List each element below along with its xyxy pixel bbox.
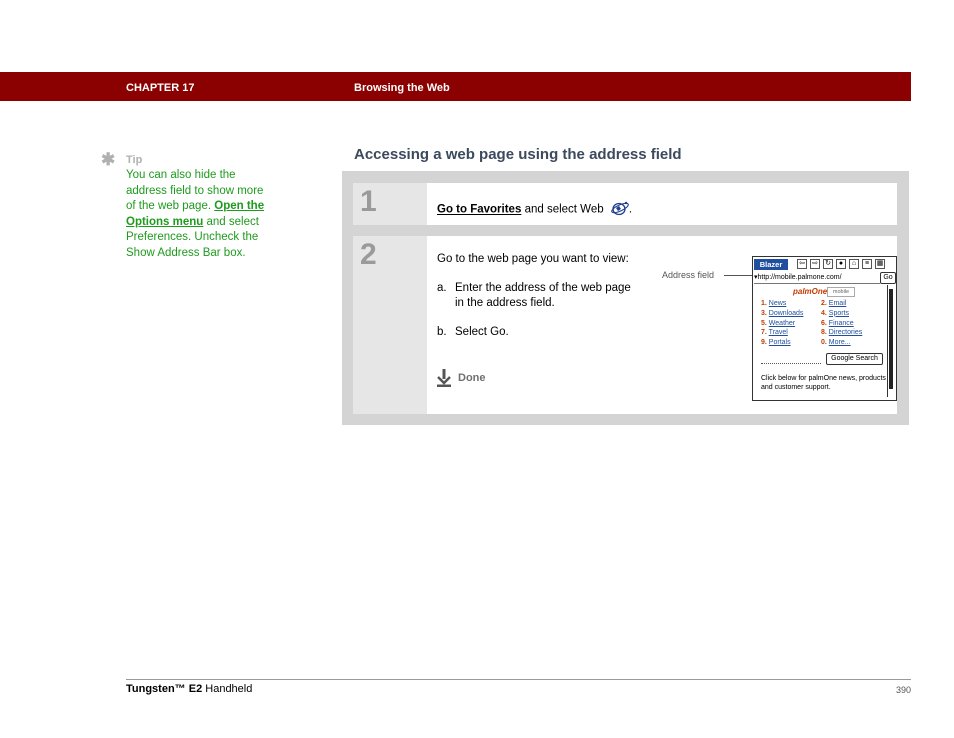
address-field-callout: Address field [662,270,715,280]
grid-icon: ▦ [875,259,885,269]
done-label: Done [458,372,486,384]
done-indicator: Done [437,369,486,387]
item-text: Enter the address of the web page in the… [455,282,631,309]
step-1-number: 1 [360,185,377,218]
link-weather: Weather [768,319,796,327]
link-row: 1. News 2. Email [761,300,847,307]
back-icon: ⇦ [797,259,807,269]
link-row: 5. Weather 6. Finance [761,319,854,327]
blazer-screenshot: Blazer ⇦ ⇨ ↻ ● ⌂ ≡ ▦ ▾http://mobile.palm… [752,256,897,401]
tip-text: You can also hide the address field to s… [126,168,276,262]
blazer-toolbar: Blazer ⇦ ⇨ ↻ ● ⌂ ≡ ▦ [753,257,896,271]
refresh-icon: ↻ [823,259,833,269]
bookmark-icon: ● [836,259,846,269]
link-news: News [768,300,787,307]
scrollbar-thumb [889,289,893,389]
product-name: Tungsten™ E2 Handheld [126,683,253,695]
web-browser-icon [611,200,629,219]
link-sports: Sports [828,309,850,317]
asterisk-icon: ✱ [101,150,116,169]
item-marker: b. [437,326,447,338]
page-number: 390 [895,685,911,695]
link-list: 1. News 2. Email 3. Downloads 4. Sports … [761,299,881,348]
link-directories: Directories [828,329,863,337]
step-2-item-a: a. Enter the address of the web page in … [437,281,632,311]
forward-icon: ⇨ [810,259,820,269]
down-arrow-icon [437,369,451,387]
address-field-url: http://mobile.palmone.com/ [757,274,842,281]
step-2-intro: Go to the web page you want to view: [437,253,629,265]
step-2-number: 2 [360,238,377,271]
page-heading: Accessing a web page using the address f… [354,146,682,163]
mobile-tag: mobile [827,287,855,297]
link-portals: Portals [768,339,791,347]
link-more: More... [828,339,851,347]
chapter-label: CHAPTER 17 [126,82,195,94]
footer-divider [126,679,911,680]
tip-label: Tip [126,154,143,166]
support-text: Click below for palmOne news, products a… [761,375,886,391]
link-email: Email [828,300,847,307]
callout-line [724,275,752,276]
step-1-instruction: and select Web [524,203,604,216]
toolbar-icons: ⇦ ⇨ ↻ ● ⌂ ≡ ▦ [797,259,885,269]
link-finance: Finance [828,319,854,327]
item-text: Select Go. [455,326,509,338]
home-icon: ⌂ [849,259,859,269]
step-2-item-b: b. Select Go. [437,325,632,340]
chapter-title: Browsing the Web [354,82,450,94]
go-to-favorites-link[interactable]: Go to Favorites [437,204,521,216]
link-downloads: Downloads [768,309,804,317]
link-travel: Travel [768,329,788,337]
step-2-text: Go to the web page you want to view: a. … [437,252,632,340]
blazer-title: Blazer [754,259,788,270]
palmone-logo: palmOne [793,287,828,296]
google-search-button: Google Search [826,353,883,365]
go-button: Go [880,272,896,284]
link-row: 3. Downloads 4. Sports [761,309,850,317]
address-field: ▾http://mobile.palmone.com/ [754,273,880,284]
item-marker: a. [437,282,447,294]
search-field [761,355,821,364]
scrollbar [887,285,894,397]
link-row: 7. Travel 8. Directories [761,329,863,337]
page-icon: ≡ [862,259,872,269]
step-1-period: . [628,203,633,216]
link-row: 9. Portals 0. More... [761,339,851,347]
step-1-text: Go to Favorites and select Web . [437,200,632,219]
